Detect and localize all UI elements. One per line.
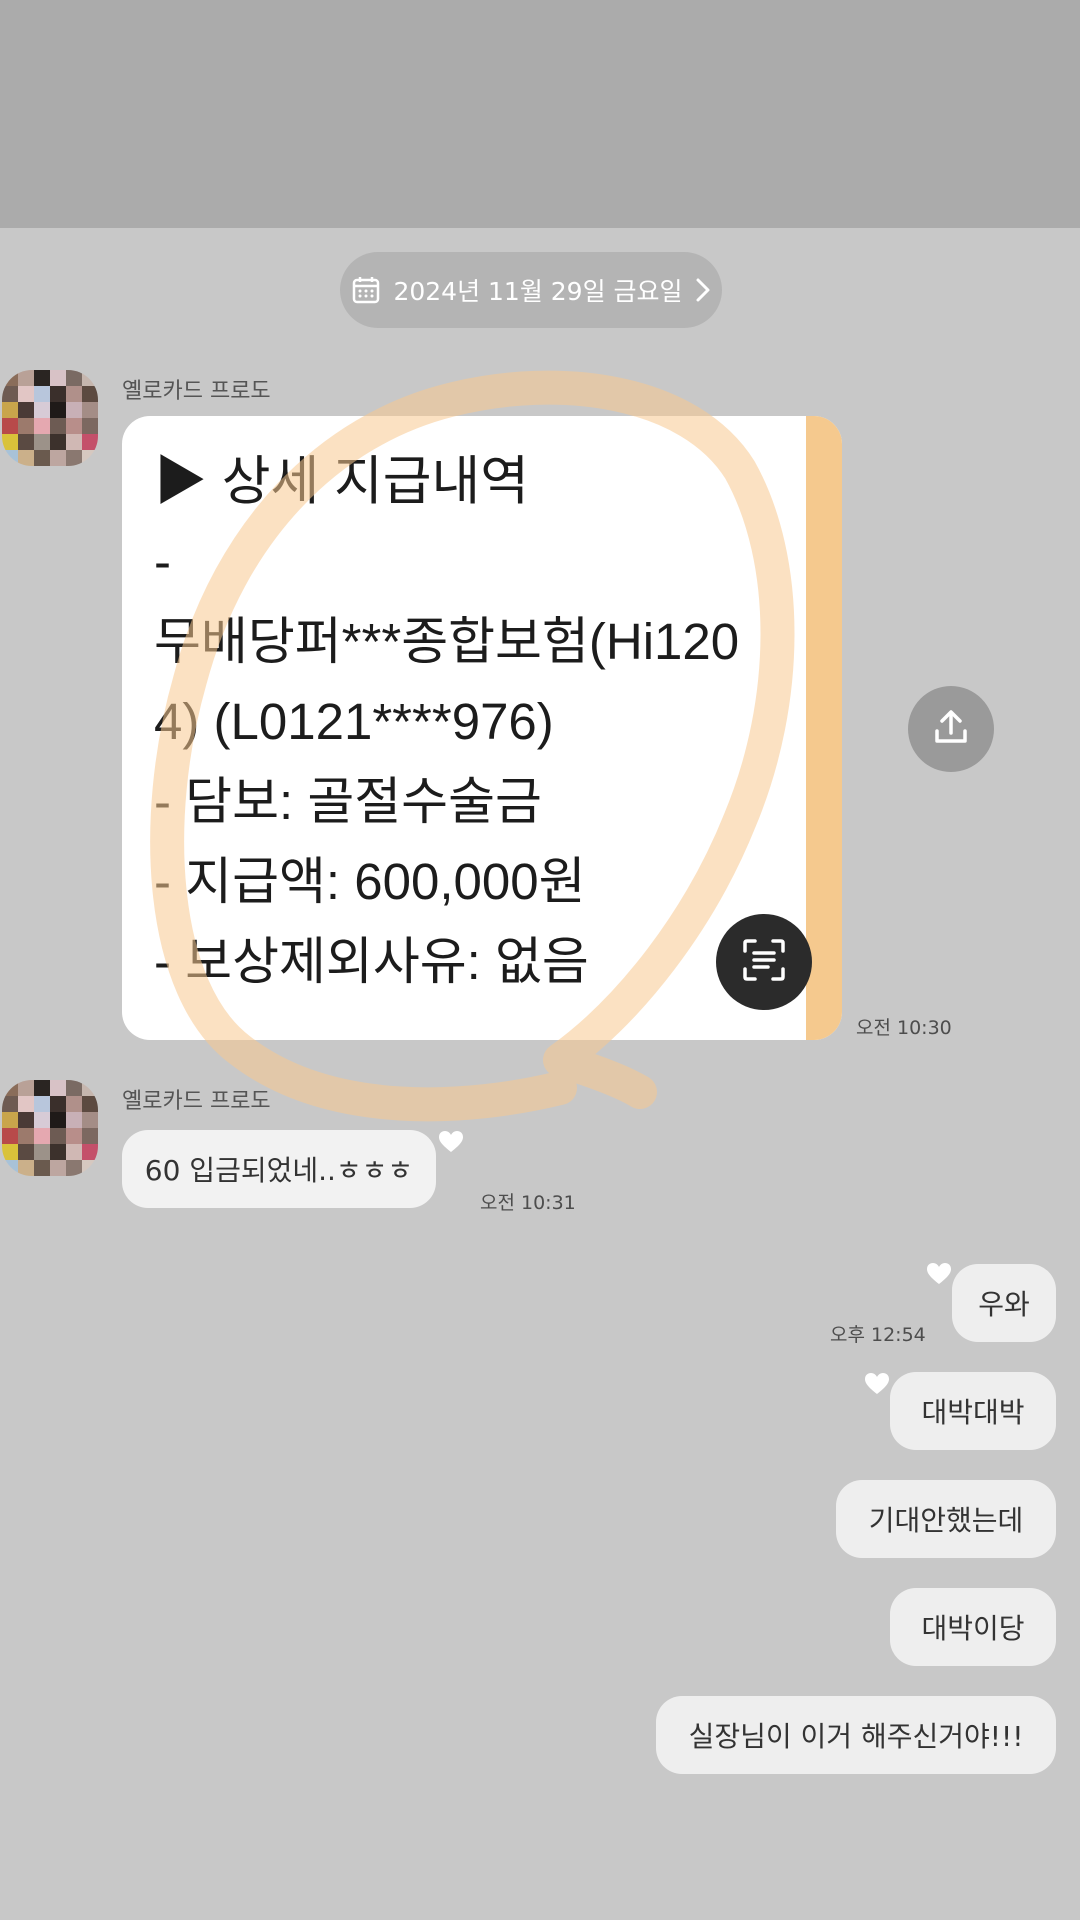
text-scan-button[interactable]	[716, 914, 812, 1010]
date-label: 2024년 11월 29일 금요일	[393, 277, 683, 306]
card-line: 4) (L0121****976)	[154, 693, 554, 750]
message-bubble[interactable]: 실장님이 이거 해주신거야!!!	[656, 1696, 1056, 1774]
card-accent-strip	[806, 416, 842, 1040]
chevron-right-icon	[695, 277, 711, 303]
card-line: 무배당퍼***종합보험(Hi120	[154, 613, 740, 670]
message-text: 기대안했는데	[868, 1504, 1024, 1537]
card-line: - 보상제외사유: 없음	[154, 933, 589, 990]
card-line: - 담보: 골절수술금	[154, 773, 542, 830]
message-time: 오후 12:54	[830, 1324, 926, 1346]
message-text: 대박대박	[921, 1396, 1025, 1429]
top-bar	[0, 0, 1080, 228]
share-icon	[929, 705, 973, 753]
sender-name: 옐로카드 프로도	[122, 379, 271, 404]
message-bubble[interactable]: 대박대박	[890, 1372, 1056, 1450]
message-bubble[interactable]: 대박이당	[890, 1588, 1056, 1666]
message-text: 우와	[978, 1288, 1030, 1321]
text-scan-icon	[739, 935, 789, 989]
message-text: 60 입금되었네..ㅎㅎㅎ	[144, 1154, 414, 1187]
date-divider-pill[interactable]: 2024년 11월 29일 금요일	[340, 252, 722, 328]
message-time: 오전 10:31	[480, 1192, 576, 1214]
sender-name: 옐로카드 프로도	[122, 1089, 271, 1114]
avatar[interactable]	[2, 370, 98, 466]
share-button[interactable]	[908, 686, 994, 772]
heart-icon	[439, 1131, 463, 1152]
calendar-icon	[351, 275, 381, 305]
card-line: ▶ 상세 지급내역	[154, 452, 530, 511]
message-bubble[interactable]: 기대안했는데	[836, 1480, 1056, 1558]
message-text: 대박이당	[921, 1612, 1025, 1645]
card-line: -	[154, 533, 171, 590]
heart-icon	[927, 1263, 951, 1284]
message-bubble[interactable]: 우와	[952, 1264, 1056, 1342]
avatar[interactable]	[2, 1080, 98, 1176]
card-text: ▶ 상세 지급내역 - 무배당퍼***종합보험(Hi120 4) (L0121*…	[154, 442, 794, 1002]
message-bubble[interactable]: 60 입금되었네..ㅎㅎㅎ	[122, 1130, 436, 1208]
heart-icon	[865, 1373, 889, 1394]
message-time: 오전 10:30	[856, 1017, 952, 1039]
message-text: 실장님이 이거 해주신거야!!!	[688, 1720, 1024, 1753]
card-line: - 지급액: 600,000원	[154, 853, 586, 910]
